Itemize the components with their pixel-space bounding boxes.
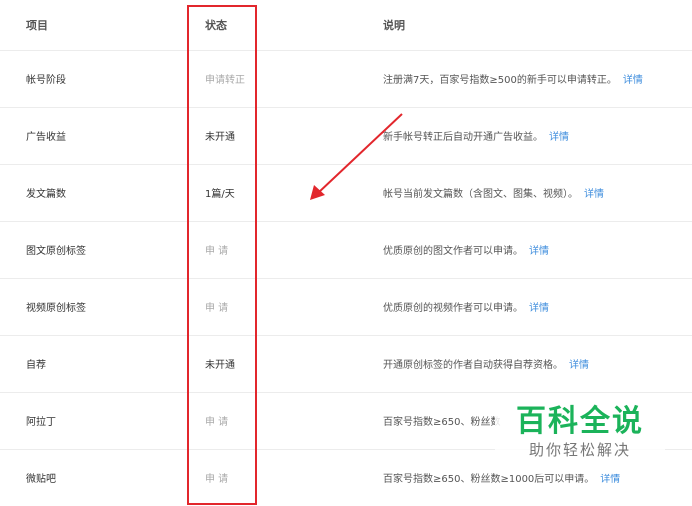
watermark-title: 百科全说 [516,404,644,439]
watermark-logo: 百科全说 助你轻松解决 [495,396,665,474]
watermark-subtitle: 助你轻松解决 [528,441,631,459]
arrow-shaft [317,113,403,194]
